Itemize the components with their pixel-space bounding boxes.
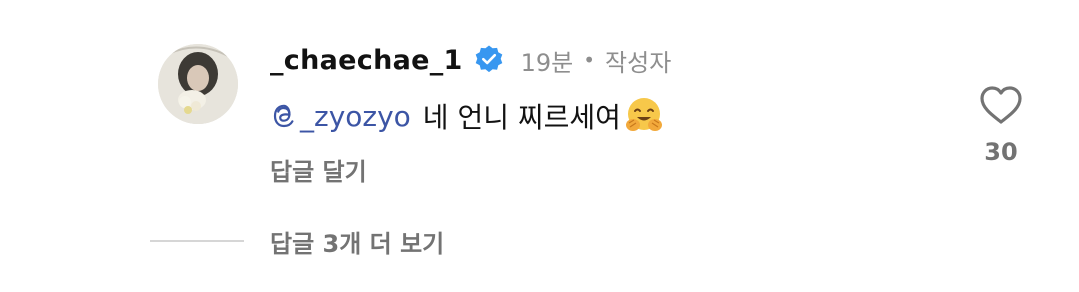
thread-divider-line	[150, 240, 244, 242]
verified-badge-icon	[473, 44, 505, 76]
view-more-replies[interactable]: 답글 3개 더 보기	[150, 224, 444, 258]
comment-body: _zyozyo 네 언니 찌르세여	[270, 94, 665, 138]
comment-item: _chaechae_1 19분 • 작성자 _zyozyo 네 언니 찌르세여	[0, 0, 1079, 292]
meta-separator: •	[583, 48, 596, 72]
avatar-image	[158, 44, 238, 124]
mention-link[interactable]: _zyozyo	[270, 100, 411, 133]
view-more-replies-label: 답글 3개 더 보기	[270, 229, 445, 258]
comment-header: _chaechae_1 19분 • 작성자	[270, 40, 671, 80]
comment-time: 19분	[520, 48, 574, 77]
reply-button[interactable]: 답글 달기	[270, 152, 367, 187]
avatar[interactable]	[158, 44, 238, 124]
like-count: 30	[984, 138, 1018, 166]
heart-icon	[980, 86, 1022, 124]
mention-username: _zyozyo	[300, 99, 411, 133]
username[interactable]: _chaechae_1	[270, 45, 463, 76]
comment-text: 네 언니 찌르세여	[422, 101, 621, 134]
author-label: 작성자	[605, 48, 672, 77]
threads-icon	[273, 104, 294, 128]
like-button[interactable]: 30	[976, 84, 1026, 166]
hugging-face-emoji-icon	[623, 95, 665, 137]
